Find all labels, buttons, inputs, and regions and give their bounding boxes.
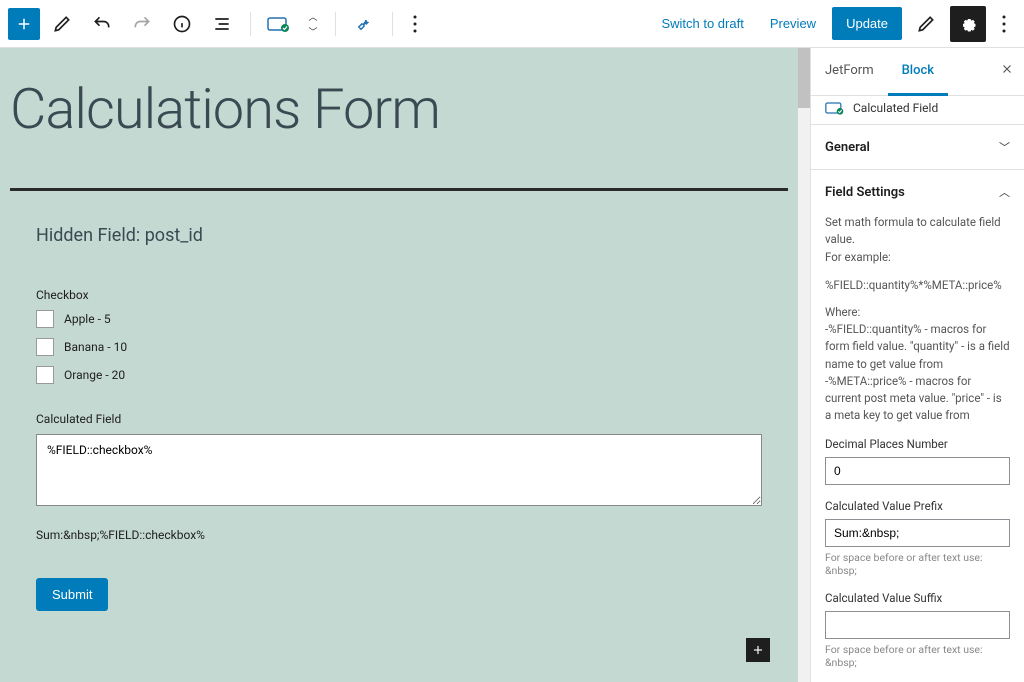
form-area: Hidden Field: post_id Checkbox Apple - 5…	[0, 201, 798, 631]
decimal-places-label: Decimal Places Number	[825, 437, 1010, 451]
hidden-field-block[interactable]: Hidden Field: post_id	[36, 225, 762, 246]
kebab-icon	[413, 15, 417, 33]
separator-block[interactable]	[10, 188, 788, 191]
editor-canvas-wrapper: Calculations Form Hidden Field: post_id …	[0, 48, 810, 682]
update-button[interactable]: Update	[832, 7, 902, 40]
calculated-field-icon	[825, 100, 845, 116]
separator	[392, 12, 393, 36]
separator	[335, 12, 336, 36]
checkbox-input[interactable]	[36, 366, 54, 384]
panel-general: General ﹀	[811, 125, 1024, 170]
panel-field-settings: Field Settings ︿ Set math formula to cal…	[811, 170, 1024, 682]
main-more-button[interactable]	[992, 6, 1016, 42]
tab-jetform[interactable]: JetForm	[811, 48, 888, 96]
wrench-icon	[355, 15, 373, 33]
checkbox-row: Orange - 20	[36, 366, 762, 384]
calculated-field-textarea[interactable]: %FIELD::checkbox%	[36, 434, 762, 506]
block-type-name: Calculated Field	[853, 101, 938, 115]
separator	[250, 12, 251, 36]
decimal-places-input[interactable]	[825, 457, 1010, 485]
redo-icon	[132, 14, 152, 34]
top-toolbar: ︿ ﹀ Switch to draft Preview Update	[0, 0, 1024, 48]
list-icon	[212, 14, 232, 34]
kebab-icon	[1002, 15, 1006, 33]
prefix-input[interactable]	[825, 519, 1010, 547]
scrollbar-thumb[interactable]	[798, 48, 810, 108]
chevron-down-icon: ﹀	[999, 139, 1010, 155]
info-icon	[172, 14, 192, 34]
add-block-button[interactable]	[8, 8, 40, 40]
checkbox-label: Orange - 20	[64, 368, 125, 382]
edit-mode-button[interactable]	[44, 6, 80, 42]
close-icon	[1000, 62, 1014, 76]
checkbox-label: Banana - 10	[64, 340, 127, 354]
add-block-floating-button[interactable]	[746, 638, 770, 662]
preview-button[interactable]: Preview	[760, 8, 826, 39]
close-sidebar-button[interactable]	[1000, 62, 1014, 76]
checkbox-field-label: Checkbox	[36, 288, 762, 302]
suffix-label: Calculated Value Suffix	[825, 591, 1010, 605]
move-up-button[interactable]: ︿	[308, 10, 317, 23]
editor-canvas[interactable]: Calculations Form Hidden Field: post_id …	[0, 48, 798, 682]
prefix-hint: For space before or after text use: &nbs…	[825, 551, 1010, 577]
sidebar-tabs: JetForm Block	[811, 48, 1024, 96]
move-up-down: ︿ ﹀	[301, 6, 325, 42]
checkbox-input[interactable]	[36, 338, 54, 356]
redo-button[interactable]	[124, 6, 160, 42]
panel-general-toggle[interactable]: General ﹀	[811, 125, 1024, 169]
pencil-icon	[52, 14, 72, 34]
move-down-button[interactable]: ﹀	[308, 25, 317, 38]
prefix-label: Calculated Value Prefix	[825, 499, 1010, 513]
suffix-field: Calculated Value Suffix For space before…	[825, 591, 1010, 669]
jetform-settings-button[interactable]	[908, 6, 944, 42]
settings-sidebar: JetForm Block Calculated Field General ﹀…	[810, 48, 1024, 682]
plus-icon	[15, 15, 33, 33]
calculated-field-label: Calculated Field	[36, 412, 762, 426]
settings-button[interactable]	[950, 6, 986, 42]
panel-field-settings-toggle[interactable]: Field Settings ︿	[811, 170, 1024, 214]
help-text: Set math formula to calculate field valu…	[825, 214, 1010, 266]
block-type-button[interactable]	[261, 6, 297, 42]
toolbar-right: Switch to draft Preview Update	[651, 6, 1016, 42]
checkbox-row: Apple - 5	[36, 310, 762, 328]
calculated-field-block[interactable]: Calculated Field %FIELD::checkbox%	[36, 412, 762, 510]
main-area: Calculations Form Hidden Field: post_id …	[0, 48, 1024, 682]
plus-icon	[751, 643, 765, 657]
tab-block[interactable]: Block	[888, 48, 948, 96]
page-title[interactable]: Calculations Form	[0, 48, 798, 178]
tool-button[interactable]	[346, 6, 382, 42]
outline-button[interactable]	[204, 6, 240, 42]
chevron-up-icon: ︿	[999, 184, 1010, 200]
decimal-places-field: Decimal Places Number	[825, 437, 1010, 485]
gear-icon	[958, 14, 978, 34]
example-text: %FIELD::quantity%*%META::price%	[825, 278, 1010, 292]
toolbar-left: ︿ ﹀	[8, 6, 427, 42]
block-type-row[interactable]: Calculated Field	[811, 96, 1024, 125]
prefix-field: Calculated Value Prefix For space before…	[825, 499, 1010, 577]
canvas-scrollbar[interactable]	[798, 48, 810, 682]
undo-icon	[92, 14, 112, 34]
checkbox-label: Apple - 5	[64, 312, 111, 326]
checkbox-input[interactable]	[36, 310, 54, 328]
details-button[interactable]	[164, 6, 200, 42]
suffix-input[interactable]	[825, 611, 1010, 639]
suffix-hint: For space before or after text use: &nbs…	[825, 643, 1010, 669]
checkbox-row: Banana - 10	[36, 338, 762, 356]
where-text: Where: -%FIELD::quantity% - macros for f…	[825, 304, 1010, 425]
brush-icon	[916, 14, 936, 34]
undo-button[interactable]	[84, 6, 120, 42]
calculated-field-icon	[267, 15, 291, 33]
switch-to-draft-button[interactable]: Switch to draft	[651, 8, 753, 39]
submit-button[interactable]: Submit	[36, 578, 108, 611]
panel-field-settings-body: Set math formula to calculate field valu…	[811, 214, 1024, 682]
calculated-preview: Sum:&nbsp;%FIELD::checkbox%	[36, 528, 762, 542]
more-options-button[interactable]	[403, 6, 427, 42]
